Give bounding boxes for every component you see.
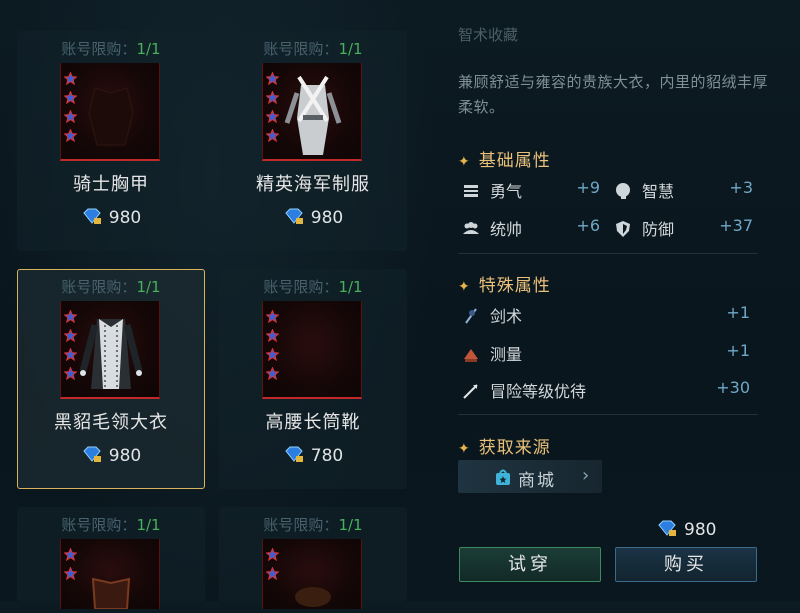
- detail-subtitle: 智术收藏: [458, 26, 519, 44]
- item-price: 980: [18, 208, 204, 228]
- item-price: 980: [220, 208, 406, 228]
- diamond-lock-icon: [658, 520, 676, 536]
- star-icon: [64, 329, 77, 342]
- item-price: 980: [18, 446, 204, 466]
- attr-command-value: +6: [576, 216, 600, 235]
- diamond-lock-icon: [285, 446, 303, 462]
- star-icon: [64, 129, 77, 142]
- special-attributes-title: ✦ 特殊属性: [458, 276, 551, 296]
- purchase-limit: 账号限购：1/1: [263, 40, 363, 58]
- sparkle-icon: ✦: [458, 441, 471, 457]
- item-card-elite-navy-uniform[interactable]: 账号限购：1/1 精英海军制服 980: [219, 31, 407, 251]
- star-icon: [266, 348, 279, 361]
- try-on-button[interactable]: 试穿: [459, 547, 601, 582]
- purchase-limit: 账号限购：1/1: [61, 40, 161, 58]
- purchase-limit: 账号限购：1/1: [263, 278, 363, 296]
- star-icon: [266, 72, 279, 85]
- shield-icon: [616, 221, 630, 237]
- rarity-stars: [266, 72, 280, 148]
- star-icon: [266, 567, 279, 580]
- purchase-limit: 账号限购：1/1: [263, 516, 363, 534]
- source-shop-button[interactable]: 商城 ›: [458, 460, 602, 493]
- star-icon: [266, 129, 279, 142]
- diamond-lock-icon: [83, 208, 101, 224]
- star-icon: [64, 548, 77, 561]
- basic-attributes-title: ✦ 基础属性: [458, 151, 551, 171]
- purchase-limit: 账号限购：1/1: [61, 278, 161, 296]
- item-card-sable-fur-coat[interactable]: 账号限购：1/1 黑貂毛领大衣 980: [17, 269, 205, 489]
- courage-icon: [464, 185, 478, 197]
- attr-survey-value: +1: [726, 341, 750, 360]
- sparkle-icon: ✦: [458, 154, 471, 170]
- star-icon: [64, 348, 77, 361]
- item-card[interactable]: 账号限购：1/1: [219, 507, 407, 609]
- survey-icon: [464, 349, 478, 362]
- star-icon: [266, 329, 279, 342]
- rarity-stars: [64, 72, 78, 148]
- attr-survey: 测量: [462, 341, 522, 365]
- attr-adventure-rank-bonus: 冒险等级优待: [462, 378, 586, 402]
- rarity-stars: [64, 310, 78, 386]
- attr-swordsmanship: 剑术: [462, 303, 522, 327]
- item-name: 高腰长筒靴: [265, 412, 361, 433]
- star-icon: [64, 367, 77, 380]
- star-icon: [64, 72, 77, 85]
- item-name: 骑士胸甲: [73, 174, 149, 195]
- quill-icon: [463, 384, 478, 399]
- purchase-limit: 账号限购：1/1: [61, 516, 161, 534]
- star-icon: [64, 110, 77, 123]
- attr-defense-value: +37: [719, 216, 753, 235]
- attr-courage: 勇气: [462, 178, 522, 202]
- item-description: 兼顾舒适与雍容的贵族大衣，内里的貂绒丰厚柔软。: [458, 73, 769, 116]
- item-card[interactable]: 账号限购：1/1: [17, 507, 205, 610]
- item-price: 780: [220, 446, 406, 466]
- sparkle-icon: ✦: [458, 279, 471, 295]
- shop-bag-icon: [496, 469, 510, 485]
- rarity-stars: [64, 548, 78, 586]
- total-price: 980: [656, 520, 716, 540]
- divider: [458, 414, 758, 415]
- brain-icon: [616, 183, 630, 199]
- attr-wisdom-value: +3: [729, 178, 753, 197]
- item-card-high-boots[interactable]: 账号限购：1/1 高腰长筒靴 780: [219, 269, 407, 489]
- divider: [458, 253, 758, 254]
- attr-wisdom: 智慧: [614, 178, 674, 202]
- source-title: ✦ 获取来源: [458, 438, 551, 458]
- star-icon: [266, 91, 279, 104]
- attr-swordsmanship-value: +1: [726, 303, 750, 322]
- item-name: 黑貂毛领大衣: [54, 412, 168, 433]
- item-card-knight-breastplate[interactable]: 账号限购：1/1 骑士胸甲 980: [17, 31, 205, 251]
- star-icon: [266, 110, 279, 123]
- star-icon: [64, 310, 77, 323]
- attr-courage-value: +9: [576, 178, 600, 197]
- diamond-lock-icon: [285, 208, 303, 224]
- star-icon: [266, 548, 279, 561]
- star-icon: [266, 367, 279, 380]
- star-icon: [266, 310, 279, 323]
- star-icon: [64, 567, 77, 580]
- attr-adventure-rank-bonus-value: +30: [716, 378, 750, 397]
- buy-button[interactable]: 购买: [615, 547, 757, 582]
- item-name: 精英海军制服: [256, 174, 370, 195]
- attr-command: 统帅: [462, 216, 522, 240]
- group-icon: [463, 222, 479, 234]
- swordsman-icon: [465, 308, 477, 324]
- star-icon: [64, 91, 77, 104]
- chevron-right-icon: ›: [582, 465, 590, 486]
- source-shop-label: 商城: [518, 471, 556, 491]
- diamond-lock-icon: [83, 446, 101, 462]
- rarity-stars: [266, 310, 280, 386]
- attr-defense: 防御: [614, 216, 674, 240]
- rarity-stars: [266, 548, 280, 586]
